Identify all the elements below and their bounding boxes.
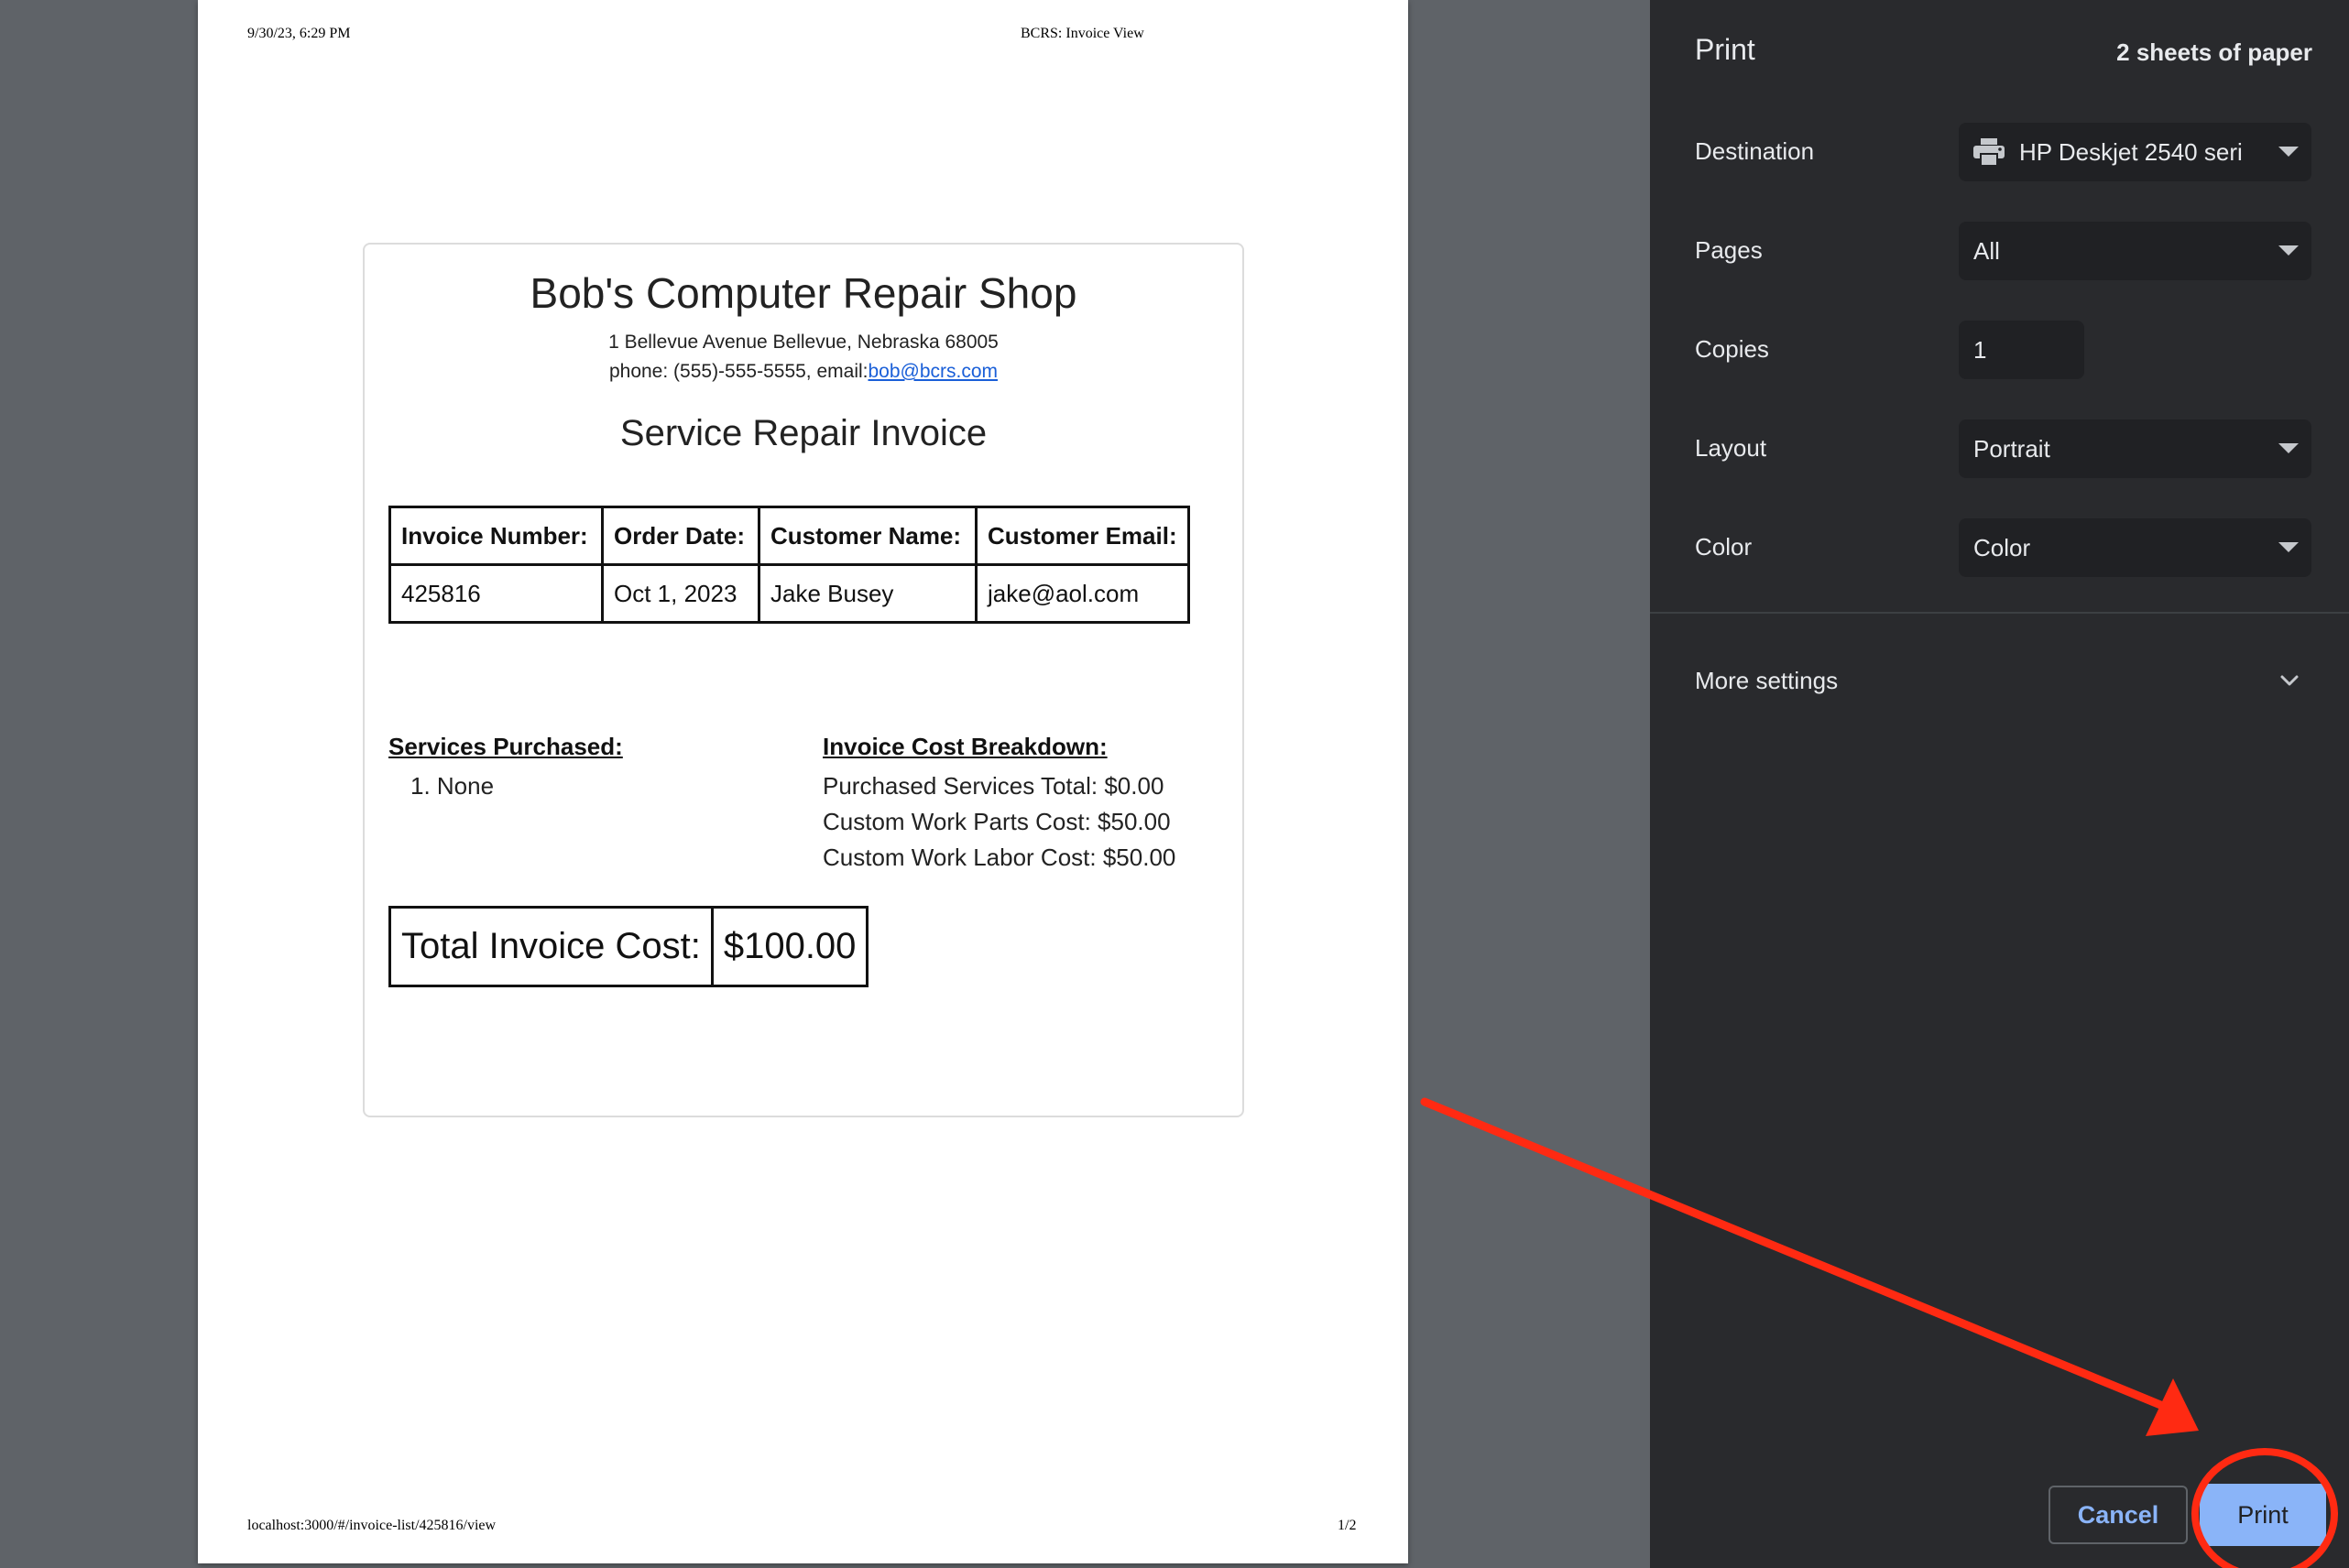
layout-label: Layout (1695, 434, 1767, 462)
cell-customer-name: Jake Busey (758, 563, 978, 624)
destination-value: HP Deskjet 2540 seri (2019, 137, 2243, 166)
shop-name: Bob's Computer Repair Shop (530, 269, 1077, 317)
services-heading: Services Purchased: (388, 733, 623, 760)
panel-title: Print (1695, 33, 1755, 66)
print-settings-panel: Print 2 sheets of paper Destination HP D… (1650, 0, 2349, 1568)
pages-label: Pages (1695, 236, 1763, 264)
print-button[interactable]: Print (2200, 1484, 2326, 1546)
color-select[interactable]: Color (1959, 518, 2311, 577)
chevron-down-icon[interactable] (2278, 669, 2301, 692)
cell-customer-email: jake@aol.com (975, 563, 1190, 624)
printer-icon (1973, 138, 2005, 167)
shop-contact: phone: (555)-555-5555, email:bob@bcrs.co… (365, 361, 1242, 383)
breakdown-parts-cost: Custom Work Parts Cost: $50.00 (823, 808, 1171, 835)
page-footer-url: localhost:3000/#/invoice-list/425816/vie… (247, 1518, 497, 1533)
cell-order-date: Oct 1, 2023 (601, 563, 760, 624)
color-value: Color (1973, 533, 2031, 561)
table-header-row: Invoice Number: Order Date: Customer Nam… (388, 506, 1190, 566)
header-customer-name: Customer Name: (758, 506, 978, 566)
sheet-count: 2 sheets of paper (2116, 38, 2312, 66)
invoice-card: Bob's Computer Repair Shop 1 Bellevue Av… (363, 243, 1244, 1117)
invoice-title: Service Repair Invoice (619, 413, 988, 453)
copies-input[interactable]: 1 (1959, 321, 2084, 379)
list-item: 1. None (410, 772, 495, 800)
copies-value: 1 (1973, 335, 1987, 364)
destination-label: Destination (1695, 137, 1815, 165)
color-label: Color (1695, 533, 1753, 561)
layout-value: Portrait (1973, 434, 2050, 463)
cancel-button[interactable]: Cancel (2049, 1486, 2188, 1544)
order-details-table: Invoice Number: Order Date: Customer Nam… (388, 506, 1190, 624)
header-customer-email: Customer Email: (975, 506, 1190, 566)
breakdown-list: Purchased Services Total: $0.00 Custom W… (823, 768, 1175, 876)
panel-divider (1650, 612, 2349, 614)
shop-address: 1 Bellevue Avenue Bellevue, Nebraska 680… (608, 332, 999, 353)
total-label: Total Invoice Cost: (388, 906, 714, 987)
table-row: 425816 Oct 1, 2023 Jake Busey jake@aol.c… (388, 563, 1190, 624)
services-list: 1. None (410, 768, 494, 804)
breakdown-labor-cost: Custom Work Labor Cost: $50.00 (823, 844, 1176, 871)
page-footer-number: 1/2 (1338, 1518, 1357, 1533)
page-header-datetime: 9/30/23, 6:29 PM (247, 26, 351, 41)
destination-select[interactable]: HP Deskjet 2540 seri (1959, 123, 2311, 181)
dropdown-arrow-icon (2278, 245, 2299, 256)
shop-email-link[interactable]: bob@bcrs.com (868, 361, 998, 382)
dropdown-arrow-icon (2278, 542, 2299, 552)
header-order-date: Order Date: (601, 506, 760, 566)
page-header-title: BCRS: Invoice View (1021, 26, 1144, 41)
pages-select[interactable]: All (1959, 222, 2311, 280)
header-invoice-number: Invoice Number: (388, 506, 604, 566)
breakdown-services-total: Purchased Services Total: $0.00 (823, 772, 1164, 800)
pages-value: All (1973, 236, 2000, 265)
more-settings-toggle[interactable]: More settings (1695, 667, 1838, 695)
shop-phone: phone: (555)-555-5555, email: (608, 361, 869, 382)
dropdown-arrow-icon (2278, 443, 2299, 453)
preview-page: 9/30/23, 6:29 PM BCRS: Invoice View Bob'… (198, 0, 1408, 1563)
table-row: Total Invoice Cost: $100.00 (388, 906, 869, 987)
total-value: $100.00 (710, 906, 869, 987)
breakdown-heading: Invoice Cost Breakdown: (823, 733, 1108, 760)
layout-select[interactable]: Portrait (1959, 419, 2311, 478)
copies-label: Copies (1695, 335, 1769, 363)
total-cost-table: Total Invoice Cost: $100.00 (388, 906, 869, 987)
cell-invoice-number: 425816 (388, 563, 604, 624)
dropdown-arrow-icon (2278, 147, 2299, 157)
print-preview-area: 9/30/23, 6:29 PM BCRS: Invoice View Bob'… (0, 0, 1650, 1568)
